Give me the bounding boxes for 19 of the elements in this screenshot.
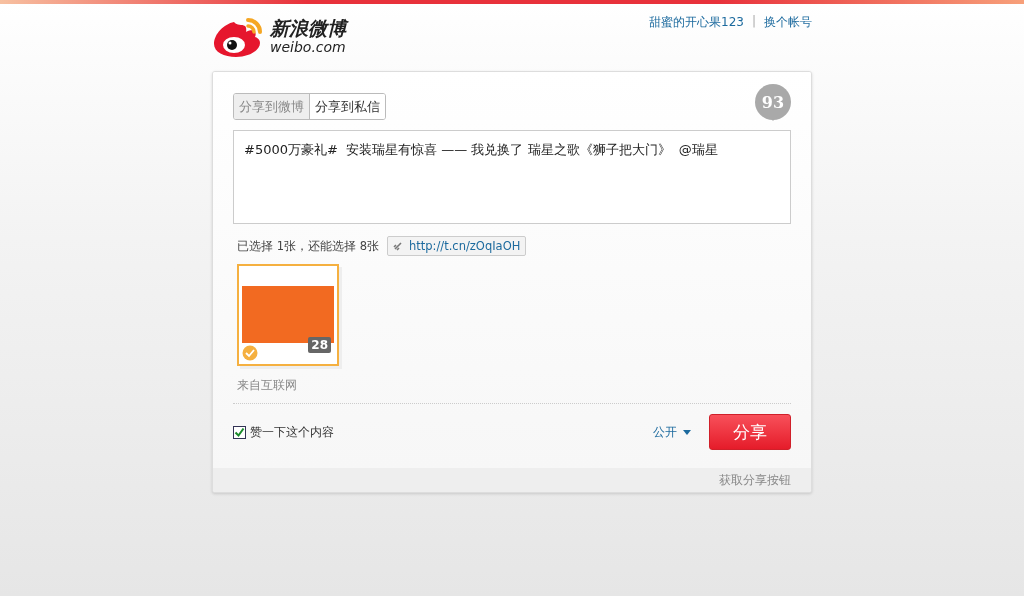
like-checkbox[interactable] [233, 425, 246, 439]
message-field[interactable]: #5000万豪礼# 安装瑞星有惊喜 —— 我兑换了 瑞星之歌《狮子把大门》 @瑞星 [233, 130, 791, 224]
share-tab[interactable]: 分享到微博 [234, 94, 309, 119]
visibility-dropdown[interactable]: 公开 [653, 423, 691, 441]
share-tab[interactable]: 分享到私信 [309, 94, 385, 119]
share-button[interactable]: 分享 [709, 414, 791, 450]
caret-icon [683, 429, 691, 435]
image-count: 28 [308, 337, 331, 353]
image-thumbnail[interactable]: 28 [237, 264, 339, 366]
separator: | [751, 14, 756, 30]
image-source: 来自互联网 [236, 378, 298, 393]
short-link[interactable]: http://t.cn/zOqIaOH [386, 236, 527, 256]
username-link[interactable]: 甜蜜的开心果123 [649, 14, 744, 31]
check-circle-icon [242, 345, 258, 361]
like-label: 赞一下这个内容 [250, 423, 334, 441]
selection-info: 已选择 1张，还能选择 8张 [237, 238, 379, 254]
get-share-button-link[interactable]: 获取分享按钮 [719, 471, 791, 489]
logo-domain: weibo.com [270, 39, 346, 54]
switch-account-link[interactable]: 换个帐号 [764, 14, 812, 31]
